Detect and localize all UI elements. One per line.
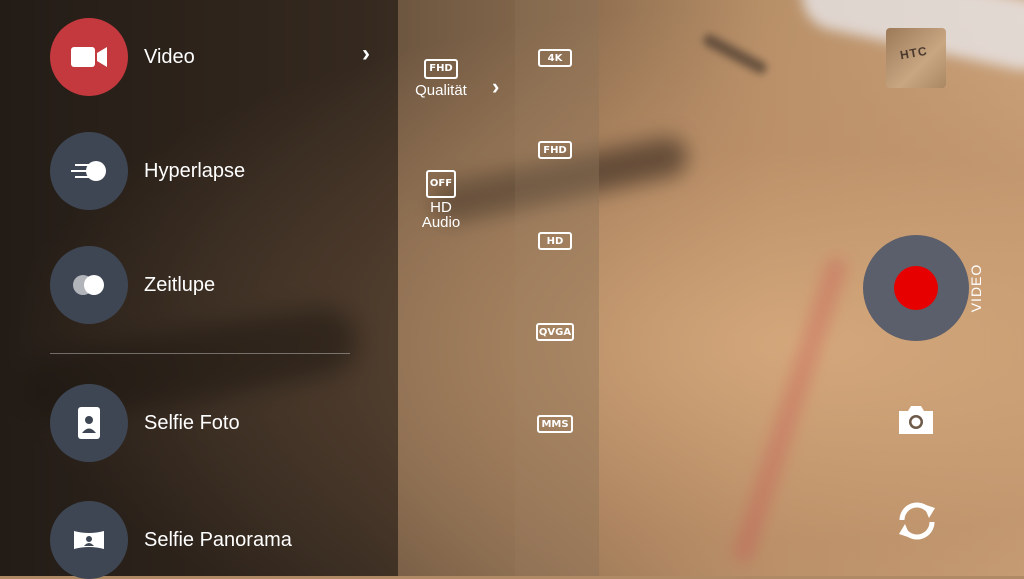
video-mode-button[interactable]: [50, 18, 128, 96]
mode-item-slow-motion[interactable]: Zeitlupe: [50, 246, 380, 324]
resolution-option-hd[interactable]: HD: [538, 232, 572, 250]
quality-label: Qualität: [415, 82, 467, 99]
resolution-option-qvga[interactable]: QVGA: [536, 323, 574, 341]
selfie-panorama-icon: [74, 531, 104, 549]
mode-item-selfie-panorama[interactable]: Selfie Panorama: [50, 501, 380, 579]
chevron-right-icon[interactable]: ›: [362, 40, 370, 68]
viewfinder-blur: [731, 254, 849, 566]
mode-item-selfie-photo[interactable]: Selfie Foto: [50, 384, 380, 462]
hd-audio-badge: OFF: [425, 170, 457, 198]
mode-label-hyperlapse: Hyperlapse: [144, 159, 246, 182]
hd-audio-label-line2: Audio: [421, 214, 461, 231]
quality-badge: FHD: [424, 59, 458, 79]
selfie-photo-icon: [78, 407, 100, 439]
selfie-photo-mode-button[interactable]: [50, 384, 128, 462]
mode-label-slow-motion: Zeitlupe: [144, 273, 216, 296]
mode-label-selfie-photo: Selfie Foto: [144, 411, 240, 434]
chevron-right-icon[interactable]: ›: [492, 74, 499, 100]
record-button[interactable]: [863, 235, 969, 341]
resolution-option-fhd[interactable]: FHD: [538, 141, 572, 159]
viewfinder-blur: [701, 32, 769, 76]
slow-motion-icon: [73, 275, 104, 295]
thumbnail-text: HTC: [898, 43, 929, 63]
selfie-panorama-mode-button[interactable]: [50, 501, 128, 579]
mode-label-video: Video: [144, 45, 195, 68]
mode-item-video[interactable]: Video ›: [50, 18, 380, 96]
mode-menu: Video › Hyperlapse Zeitlupe Selfie Foto …: [0, 0, 398, 579]
resolution-column: 4K FHD HD QVGA MMS: [515, 0, 599, 576]
camera-icon[interactable]: [896, 404, 936, 436]
mode-label-selfie-panorama: Selfie Panorama: [144, 528, 292, 551]
mode-item-hyperlapse[interactable]: Hyperlapse: [50, 132, 380, 210]
resolution-option-mms[interactable]: MMS: [537, 415, 573, 433]
hd-audio-label-line1: HD: [430, 199, 452, 216]
gallery-thumbnail[interactable]: HTC: [886, 28, 946, 88]
switch-camera-icon[interactable]: [893, 498, 941, 544]
quality-setting[interactable]: FHD Qualität: [405, 58, 477, 98]
record-dot-icon: [894, 266, 938, 310]
hyperlapse-icon: [71, 161, 106, 181]
menu-divider: [50, 353, 350, 354]
video-camera-icon: [71, 47, 107, 67]
hd-audio-setting[interactable]: OFF HD Audio: [405, 170, 477, 230]
hyperlapse-mode-button[interactable]: [50, 132, 128, 210]
resolution-option-4k[interactable]: 4K: [538, 49, 572, 67]
slow-motion-mode-button[interactable]: [50, 246, 128, 324]
current-mode-label: VIDEO: [968, 263, 984, 313]
